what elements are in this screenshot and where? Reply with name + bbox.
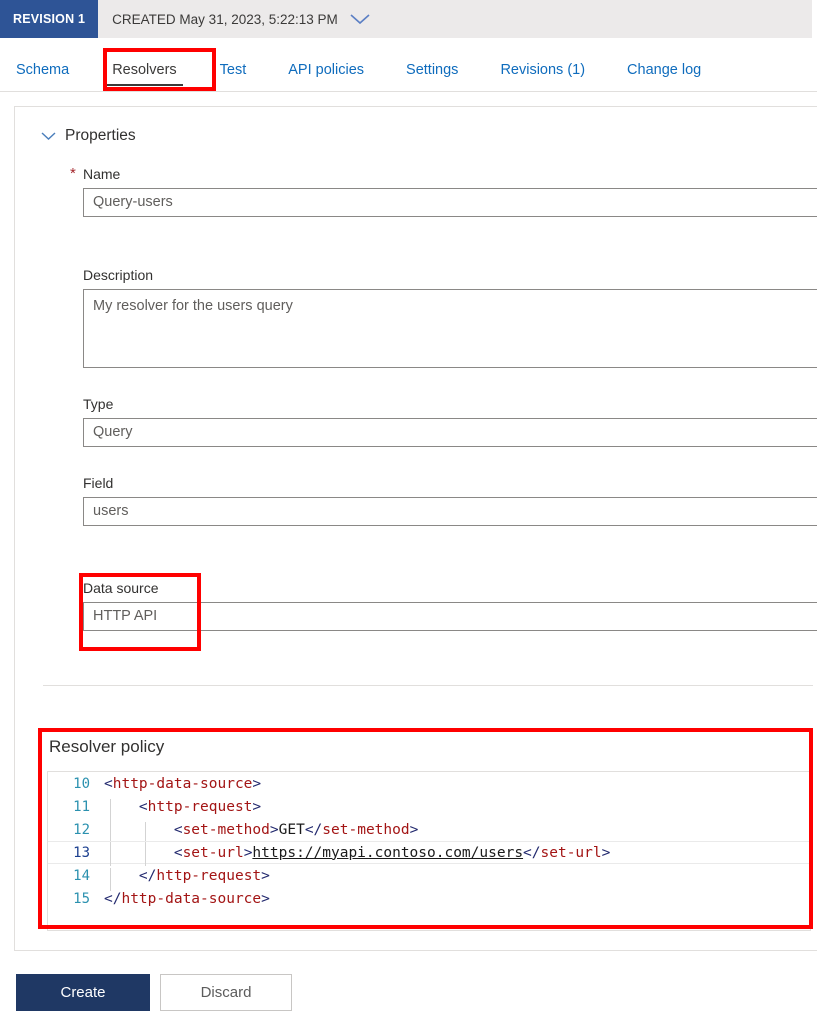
tab-change-log[interactable]: Change log <box>627 62 701 91</box>
description-textarea[interactable]: My resolver for the users query <box>83 289 817 368</box>
field-data-source-label: Data source <box>83 580 159 596</box>
line-number: 14 <box>73 867 90 884</box>
properties-section-header[interactable]: Properties <box>41 127 136 145</box>
tab-resolvers[interactable]: Resolvers <box>106 62 184 91</box>
code-line[interactable]: 14 </http-request> <box>48 864 810 891</box>
code-line-text[interactable]: <http-data-source> <box>104 776 810 792</box>
data-source-input[interactable]: HTTP API <box>83 602 817 631</box>
resolver-policy-section: Resolver policy 10 <http-data-source> 11… <box>47 737 813 931</box>
line-number: 13 <box>73 844 90 861</box>
name-input[interactable]: Query-users <box>83 188 817 217</box>
field-input[interactable]: users <box>83 497 817 526</box>
discard-button[interactable]: Discard <box>160 974 292 1011</box>
chevron-down-icon[interactable] <box>348 12 372 26</box>
code-line-text[interactable]: </http-data-source> <box>104 891 810 907</box>
code-line-text[interactable]: <http-request> <box>104 798 810 822</box>
tab-bar: Schema Resolvers Test API policies Setti… <box>0 38 817 92</box>
field-description: Description My resolver for the users qu… <box>83 267 817 368</box>
tab-schema[interactable]: Schema <box>16 62 69 91</box>
policy-code-editor[interactable]: 10 <http-data-source> 11 <http-request> … <box>47 771 811 931</box>
field-data-source: Data source HTTP API <box>83 580 817 631</box>
resolver-policy-title: Resolver policy <box>49 737 165 756</box>
tab-api-policies[interactable]: API policies <box>288 62 364 91</box>
field-name-label: * Name <box>70 165 121 182</box>
code-line[interactable]: 12 <set-method>GET</set-method> <box>48 818 810 845</box>
code-line[interactable]: 10 <http-data-source> <box>48 772 810 795</box>
footer-actions: Create Discard <box>0 974 817 1011</box>
properties-section-title: Properties <box>65 127 136 144</box>
code-line-text[interactable]: </http-request> <box>104 867 810 891</box>
revision-created-label: CREATED May 31, 2023, 5:22:13 PM <box>112 11 338 27</box>
tab-test[interactable]: Test <box>220 62 247 91</box>
policy-url-link[interactable]: https://myapi.contoso.com/users <box>252 845 523 861</box>
chevron-down-icon[interactable] <box>41 131 56 141</box>
line-number: 12 <box>73 821 90 838</box>
required-marker: * <box>70 165 76 182</box>
field-description-label: Description <box>83 267 154 283</box>
code-line-current[interactable]: 13 <set-url>https://myapi.contoso.com/us… <box>48 841 810 866</box>
field-field-label: Field <box>83 475 114 491</box>
line-number: 15 <box>73 890 90 907</box>
line-number: 10 <box>73 775 90 792</box>
revision-badge: REVISION 1 <box>0 0 99 38</box>
code-line-text[interactable]: <set-url>https://myapi.contoso.com/users… <box>104 844 810 866</box>
field-type-label: Type <box>83 396 114 412</box>
line-number: 11 <box>73 798 90 815</box>
field-field: Field users <box>83 475 817 526</box>
code-line[interactable]: 11 <http-request> <box>48 795 810 822</box>
revision-bar: REVISION 1 CREATED May 31, 2023, 5:22:13… <box>0 0 812 38</box>
tab-revisions[interactable]: Revisions (1) <box>500 62 585 91</box>
type-input[interactable]: Query <box>83 418 817 447</box>
field-type: Type Query <box>83 396 817 447</box>
tab-settings[interactable]: Settings <box>406 62 458 91</box>
field-name: * Name Query-users <box>70 165 817 217</box>
code-line[interactable]: 15 </http-data-source> <box>48 887 810 910</box>
resolver-form-panel: Properties * Name Query-users Descriptio… <box>14 106 817 951</box>
section-divider <box>43 685 813 686</box>
code-line-text[interactable]: <set-method>GET</set-method> <box>104 821 810 845</box>
create-button[interactable]: Create <box>16 974 150 1011</box>
